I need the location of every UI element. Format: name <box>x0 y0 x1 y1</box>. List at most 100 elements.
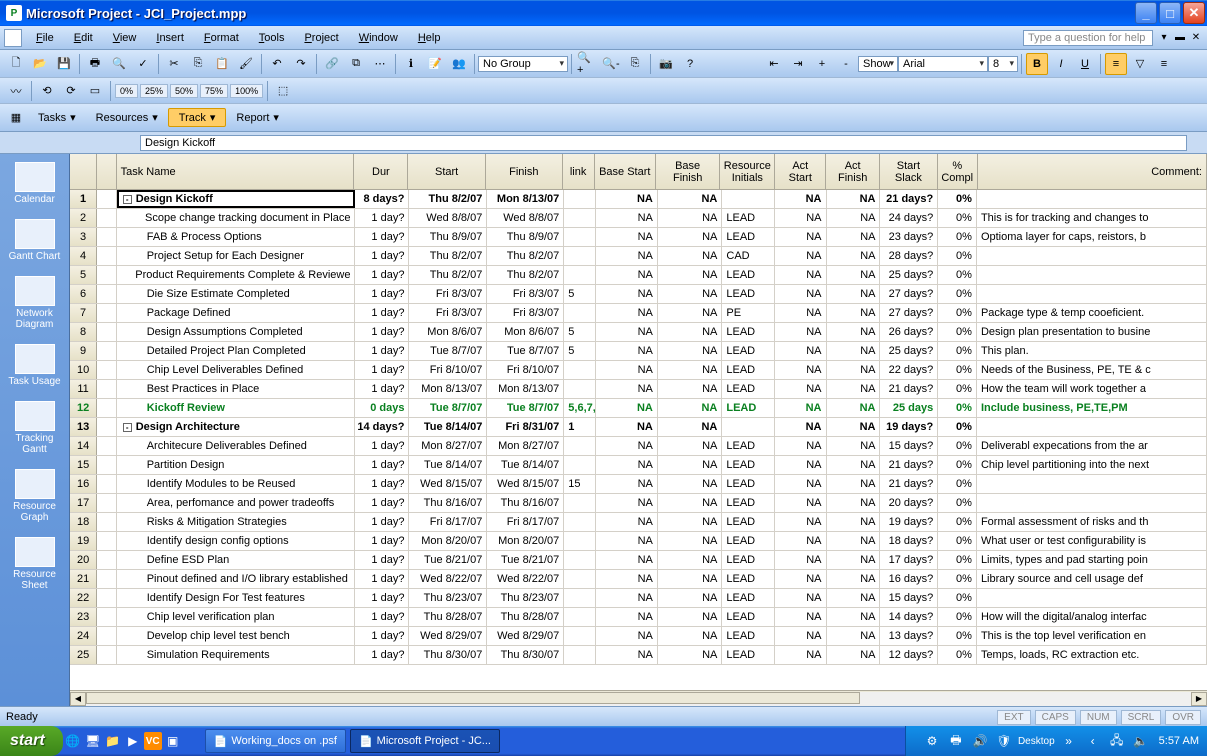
report-guide-button[interactable]: Report ▾ <box>226 109 289 126</box>
header-rownum[interactable] <box>70 154 97 189</box>
cut-icon[interactable]: ✂ <box>163 53 185 75</box>
header-finish[interactable]: Finish <box>486 154 563 189</box>
copy-icon[interactable]: ⎘ <box>187 53 209 75</box>
menu-format[interactable]: Format <box>194 30 249 46</box>
show-outline-combo[interactable]: Show <box>858 56 898 72</box>
italic-button[interactable]: I <box>1050 53 1072 75</box>
start-button[interactable]: start <box>0 726 63 756</box>
view-resource-sheet[interactable]: Resource Sheet <box>5 537 65 591</box>
outline-toggle-icon[interactable]: - <box>123 423 132 432</box>
header-duration[interactable]: Dur <box>354 154 408 189</box>
link-tasks-icon[interactable]: 🔗 <box>321 53 343 75</box>
mdi-close-button[interactable]: ✕ <box>1189 31 1203 45</box>
indent-icon[interactable]: ⇥ <box>787 53 809 75</box>
font-size-combo[interactable]: 8 <box>988 56 1018 72</box>
help-icon[interactable]: ? <box>679 53 701 75</box>
document-icon[interactable] <box>4 29 22 47</box>
update-tasks-icon[interactable]: ⟲ <box>36 80 58 102</box>
tasks-guide-button[interactable]: Tasks ▾ <box>28 109 86 126</box>
mdi-minimize-button[interactable]: ▬ <box>1173 31 1187 45</box>
tray-icon-2[interactable]: 🖶 <box>947 732 965 750</box>
quick-launch-desktop-icon[interactable]: 🖥 <box>84 732 102 750</box>
task-info-icon[interactable]: ℹ <box>400 53 422 75</box>
quick-launch-vlc-icon[interactable]: VC <box>144 732 162 750</box>
table-row[interactable]: 13-Design Architecture14 days?Tue 8/14/0… <box>70 418 1207 437</box>
table-row[interactable]: 10Chip Level Deliverables Defined1 day?F… <box>70 361 1207 380</box>
tray-desktop-label[interactable]: Desktop <box>1018 736 1055 747</box>
tray-chevron-icon[interactable]: » <box>1060 732 1078 750</box>
goto-task-icon[interactable]: ⎘ <box>624 53 646 75</box>
resources-guide-button[interactable]: Resources ▾ <box>86 109 168 126</box>
print-preview-icon[interactable]: 🔍 <box>108 53 130 75</box>
table-row[interactable]: 12Kickoff Review0 daysTue 8/7/07Tue 8/7/… <box>70 399 1207 418</box>
header-basestart[interactable]: Base Start <box>595 154 656 189</box>
format-painter-icon[interactable]: 🖌 <box>235 53 257 75</box>
copy-picture-icon[interactable]: 📷 <box>655 53 677 75</box>
menu-insert[interactable]: Insert <box>146 30 194 46</box>
open-icon[interactable]: 📂 <box>29 53 51 75</box>
table-row[interactable]: 6Die Size Estimate Completed1 day?Fri 8/… <box>70 285 1207 304</box>
table-row[interactable]: 11Best Practices in Place1 day?Mon 8/13/… <box>70 380 1207 399</box>
save-icon[interactable]: 💾 <box>53 53 75 75</box>
table-row[interactable]: 21Pinout defined and I/O library establi… <box>70 570 1207 589</box>
table-row[interactable]: 3FAB & Process Options1 day?Thu 8/9/07Th… <box>70 228 1207 247</box>
table-row[interactable]: 19Identify design config options1 day?Mo… <box>70 532 1207 551</box>
print-icon[interactable]: 🖶 <box>84 53 106 75</box>
reschedule-icon[interactable]: ⟳ <box>60 80 82 102</box>
menu-project[interactable]: Project <box>294 30 348 46</box>
table-row[interactable]: 9Detailed Project Plan Completed1 day?Tu… <box>70 342 1207 361</box>
view-task-usage[interactable]: Task Usage <box>5 344 65 387</box>
table-row[interactable]: 18Risks & Mitigation Strategies1 day?Fri… <box>70 513 1207 532</box>
group-by-combo[interactable]: No Group <box>478 56 568 72</box>
hide-subtasks-icon[interactable]: - <box>835 53 857 75</box>
header-indicator[interactable] <box>97 154 116 189</box>
paste-icon[interactable]: 📋 <box>211 53 233 75</box>
menu-window[interactable]: Window <box>349 30 408 46</box>
font-combo[interactable]: Arial <box>898 56 988 72</box>
table-row[interactable]: 17Area, perfomance and power tradeoffs1 … <box>70 494 1207 513</box>
window-minimize-button[interactable]: _ <box>1135 2 1157 24</box>
pct-100-button[interactable]: 100% <box>230 84 263 98</box>
outline-toggle-icon[interactable]: - <box>123 195 132 204</box>
taskbar-app-button[interactable]: 📄Working_docs on .psf <box>205 729 346 753</box>
filter-icon[interactable]: ▽ <box>1129 53 1151 75</box>
quick-launch-explorer-icon[interactable]: 📁 <box>104 732 122 750</box>
table-row[interactable]: 15Partition Design1 day?Tue 8/14/07Tue 8… <box>70 456 1207 475</box>
header-basefinish[interactable]: Base Finish <box>656 154 720 189</box>
taskbar-app-button[interactable]: 📄Microsoft Project - JC... <box>350 729 500 753</box>
table-row[interactable]: 20Define ESD Plan1 day?Tue 8/21/07Tue 8/… <box>70 551 1207 570</box>
pct-25-button[interactable]: 25% <box>140 84 168 98</box>
view-calendar[interactable]: Calendar <box>5 162 65 205</box>
table-row[interactable]: 7Package Defined1 day?Fri 8/3/07Fri 8/3/… <box>70 304 1207 323</box>
header-slack[interactable]: Start Slack <box>880 154 938 189</box>
tray-clock[interactable]: 5:57 AM <box>1159 735 1199 747</box>
undo-icon[interactable]: ↶ <box>266 53 288 75</box>
table-row[interactable]: 23Chip level verification plan1 day?Thu … <box>70 608 1207 627</box>
menu-help[interactable]: Help <box>408 30 451 46</box>
table-row[interactable]: 5Product Requirements Complete & Reviewe… <box>70 266 1207 285</box>
table-row[interactable]: 24Develop chip level test bench1 day?Wed… <box>70 627 1207 646</box>
task-notes-icon[interactable]: 📝 <box>424 53 446 75</box>
window-close-button[interactable]: ✕ <box>1183 2 1205 24</box>
pct-50-button[interactable]: 50% <box>170 84 198 98</box>
menu-view[interactable]: View <box>103 30 147 46</box>
table-row[interactable]: 22Identify Design For Test features1 day… <box>70 589 1207 608</box>
header-start[interactable]: Start <box>408 154 486 189</box>
update-project-icon[interactable]: ⬚ <box>272 80 294 102</box>
quick-launch-ie-icon[interactable]: 🌐 <box>64 732 82 750</box>
show-subtasks-icon[interactable]: + <box>811 53 833 75</box>
table-row[interactable]: 4Project Setup for Each Designer1 day?Th… <box>70 247 1207 266</box>
spelling-icon[interactable]: ✓ <box>132 53 154 75</box>
window-maximize-button[interactable]: □ <box>1159 2 1181 24</box>
underline-button[interactable]: U <box>1074 53 1096 75</box>
entry-bar-input[interactable] <box>140 135 1187 151</box>
add-progress-icon[interactable]: ▭ <box>84 80 106 102</box>
view-tracking-gantt[interactable]: Tracking Gantt <box>5 401 65 455</box>
horizontal-scrollbar[interactable]: ◀ ▶ <box>70 690 1207 706</box>
unlink-tasks-icon[interactable]: ⧉ <box>345 53 367 75</box>
menu-file[interactable]: File <box>26 30 64 46</box>
help-search-dropdown[interactable]: ▾ <box>1157 31 1171 45</box>
align-left-button[interactable]: ≡ <box>1105 53 1127 75</box>
zoom-out-icon[interactable]: 🔍- <box>600 53 622 75</box>
redo-icon[interactable]: ↷ <box>290 53 312 75</box>
